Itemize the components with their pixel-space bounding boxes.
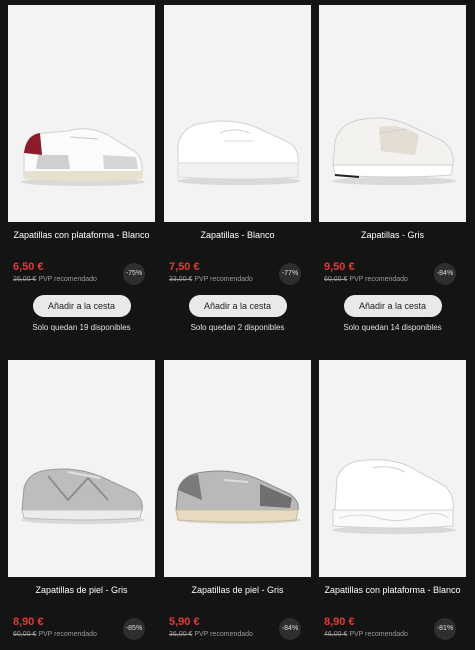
product-card[interactable]: Zapatillas con plataforma - Blanco 6,50 … <box>8 5 155 332</box>
product-card[interactable]: Zapatillas de piel - Gris 5,90 € 36,00 €… <box>164 360 311 642</box>
product-grid: Zapatillas con plataforma - Blanco 6,50 … <box>0 0 475 650</box>
strikethrough-price: 36,00 € <box>169 631 193 638</box>
product-image[interactable] <box>8 5 155 222</box>
strikethrough-price: 33,00 € <box>169 276 193 283</box>
stock-message: Solo quedan 14 disponibles <box>343 323 442 332</box>
sneaker-image <box>21 128 145 186</box>
strikethrough-price: 26,00 € <box>13 276 37 283</box>
discount-badge: -81% <box>434 618 456 640</box>
original-price: 33,00 € PVP recomendado <box>169 276 253 283</box>
pvp-note: PVP recomendado <box>194 276 253 283</box>
sneaker-image <box>332 117 456 185</box>
strikethrough-price: 60,00 € <box>324 276 348 283</box>
sale-price: 8,90 € <box>13 616 44 628</box>
discount-badge: -85% <box>123 618 145 640</box>
discount-badge: -77% <box>279 263 301 285</box>
pvp-note: PVP recomendado <box>349 631 408 638</box>
price-row: 7,50 € 33,00 € PVP recomendado -77% <box>164 261 311 287</box>
discount-badge: -84% <box>434 263 456 285</box>
price-row: 5,90 € 36,00 € PVP recomendado -84% <box>164 616 311 642</box>
original-price: 26,00 € PVP recomendado <box>13 276 97 283</box>
discount-badge: -84% <box>279 618 301 640</box>
product-title[interactable]: Zapatillas de piel - Gris <box>8 584 155 610</box>
product-title[interactable]: Zapatillas con plataforma - Blanco <box>8 229 155 255</box>
pvp-note: PVP recomendado <box>349 276 408 283</box>
product-card[interactable]: Zapatillas - Gris 9,50 € 60,00 € PVP rec… <box>319 5 466 332</box>
sneaker-image <box>332 459 456 534</box>
product-image[interactable] <box>319 5 466 222</box>
sale-price: 7,50 € <box>169 261 200 273</box>
sneaker-image <box>175 470 301 524</box>
sale-price: 8,90 € <box>324 616 355 628</box>
original-price: 46,00 € PVP recomendado <box>324 631 408 638</box>
product-image[interactable] <box>319 360 466 577</box>
pvp-note: PVP recomendado <box>38 631 97 638</box>
sale-price: 5,90 € <box>169 616 200 628</box>
sneaker-image <box>177 120 301 185</box>
pvp-note: PVP recomendado <box>38 276 97 283</box>
product-image[interactable] <box>164 360 311 577</box>
price-row: 6,50 € 26,00 € PVP recomendado -75% <box>8 261 155 287</box>
pvp-note: PVP recomendado <box>194 631 253 638</box>
original-price: 36,00 € PVP recomendado <box>169 631 253 638</box>
price-row: 9,50 € 60,00 € PVP recomendado -84% <box>319 261 466 287</box>
product-title[interactable]: Zapatillas - Gris <box>319 229 466 255</box>
strikethrough-price: 46,00 € <box>324 631 348 638</box>
product-card[interactable]: Zapatillas con plataforma - Blanco 8,90 … <box>319 360 466 642</box>
strikethrough-price: 60,00 € <box>13 631 37 638</box>
price-row: 8,90 € 46,00 € PVP recomendado -81% <box>319 616 466 642</box>
add-to-cart-button[interactable]: Añadir a la cesta <box>188 295 287 317</box>
price-row: 8,90 € 60,00 € PVP recomendado -85% <box>8 616 155 642</box>
sale-price: 6,50 € <box>13 261 44 273</box>
add-to-cart-button[interactable]: Añadir a la cesta <box>343 295 442 317</box>
original-price: 60,00 € PVP recomendado <box>324 276 408 283</box>
product-card[interactable]: Zapatillas - Blanco 7,50 € 33,00 € PVP r… <box>164 5 311 332</box>
product-title[interactable]: Zapatillas de piel - Gris <box>164 584 311 610</box>
sale-price: 9,50 € <box>324 261 355 273</box>
original-price: 60,00 € PVP recomendado <box>13 631 97 638</box>
product-image[interactable] <box>8 360 155 577</box>
add-to-cart-button[interactable]: Añadir a la cesta <box>32 295 131 317</box>
product-image[interactable] <box>164 5 311 222</box>
product-card[interactable]: Zapatillas de piel - Gris 8,90 € 60,00 €… <box>8 360 155 642</box>
stock-message: Solo quedan 19 disponibles <box>32 323 131 332</box>
product-title[interactable]: Zapatillas con plataforma - Blanco <box>319 584 466 610</box>
sneaker-image <box>21 468 145 524</box>
product-title[interactable]: Zapatillas - Blanco <box>164 229 311 255</box>
stock-message: Solo quedan 2 disponibles <box>190 323 285 332</box>
discount-badge: -75% <box>123 263 145 285</box>
